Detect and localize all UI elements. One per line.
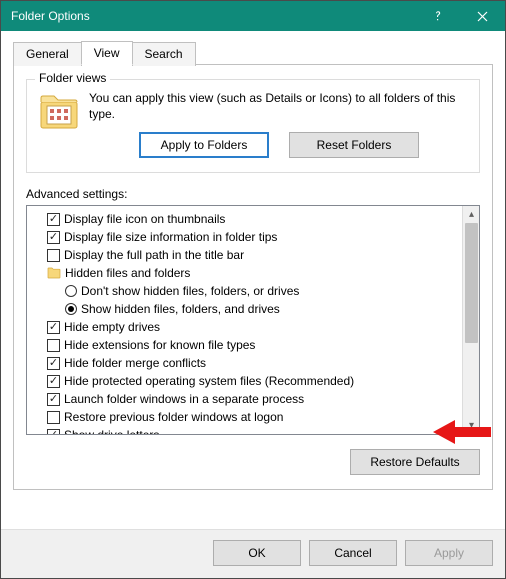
checkbox-icon[interactable]: ✓: [47, 213, 60, 226]
setting-show-drive-letters[interactable]: ✓ Show drive letters: [47, 426, 458, 434]
checkbox-icon[interactable]: ✓: [47, 429, 60, 435]
setting-label: Show drive letters: [64, 428, 159, 434]
checkbox-icon[interactable]: ✓: [47, 231, 60, 244]
tab-general[interactable]: General: [13, 42, 82, 66]
setting-dont-show-hidden[interactable]: Don't show hidden files, folders, or dri…: [47, 282, 458, 300]
setting-label: Hide protected operating system files (R…: [64, 374, 354, 388]
help-icon: [432, 10, 444, 22]
scroll-down-icon[interactable]: ▾: [463, 417, 480, 434]
setting-show-hidden[interactable]: Show hidden files, folders, and drives: [47, 300, 458, 318]
window-title: Folder Options: [11, 9, 415, 23]
folder-views-text: You can apply this view (such as Details…: [89, 90, 467, 122]
radio-icon[interactable]: [65, 303, 77, 315]
close-icon: [477, 11, 488, 22]
setting-full-path-titlebar[interactable]: Display the full path in the title bar: [47, 246, 458, 264]
reset-folders-button[interactable]: Reset Folders: [289, 132, 419, 158]
titlebar: Folder Options: [1, 1, 505, 31]
setting-label: Show hidden files, folders, and drives: [81, 302, 280, 316]
restore-defaults-button[interactable]: Restore Defaults: [350, 449, 480, 475]
setting-display-file-icon[interactable]: ✓ Display file icon on thumbnails: [47, 210, 458, 228]
checkbox-icon[interactable]: ✓: [47, 321, 60, 334]
folder-views-group: Folder views You can apply th: [26, 79, 480, 173]
apply-to-folders-button[interactable]: Apply to Folders: [139, 132, 269, 158]
checkbox-icon[interactable]: ✓: [47, 375, 60, 388]
setting-label: Don't show hidden files, folders, or dri…: [81, 284, 299, 298]
checkbox-icon[interactable]: [47, 411, 60, 424]
setting-label: Hide folder merge conflicts: [64, 356, 206, 370]
tab-panel-view: Folder views You can apply th: [13, 64, 493, 490]
setting-hide-merge-conflicts[interactable]: ✓ Hide folder merge conflicts: [47, 354, 458, 372]
scroll-up-icon[interactable]: ▴: [463, 206, 480, 223]
setting-label: Launch folder windows in a separate proc…: [64, 392, 304, 406]
setting-label: Restore previous folder windows at logon: [64, 410, 283, 424]
advanced-settings-label: Advanced settings:: [26, 187, 480, 201]
setting-label: Hidden files and folders: [65, 266, 190, 280]
setting-label: Display file size information in folder …: [64, 230, 277, 244]
setting-label: Display file icon on thumbnails: [64, 212, 225, 226]
setting-display-file-size[interactable]: ✓ Display file size information in folde…: [47, 228, 458, 246]
dialog-buttons: OK Cancel Apply: [1, 529, 505, 578]
tabstrip: General View Search: [13, 41, 493, 65]
setting-restore-previous-windows[interactable]: Restore previous folder windows at logon: [47, 408, 458, 426]
setting-hide-empty-drives[interactable]: ✓ Hide empty drives: [47, 318, 458, 336]
folder-views-icon: [39, 92, 79, 132]
folder-options-window: Folder Options General View Search Folde…: [0, 0, 506, 579]
setting-label: Hide extensions for known file types: [64, 338, 255, 352]
setting-hidden-files-group[interactable]: Hidden files and folders: [47, 264, 458, 282]
close-button[interactable]: [460, 1, 505, 31]
setting-hide-extensions[interactable]: Hide extensions for known file types: [47, 336, 458, 354]
scroll-thumb[interactable]: [465, 223, 478, 343]
ok-button[interactable]: OK: [213, 540, 301, 566]
scrollbar[interactable]: ▴ ▾: [462, 206, 479, 434]
advanced-settings-list[interactable]: ✓ Display file icon on thumbnails ✓ Disp…: [27, 206, 462, 434]
tab-view[interactable]: View: [81, 41, 133, 65]
setting-hide-protected-os-files[interactable]: ✓ Hide protected operating system files …: [47, 372, 458, 390]
setting-launch-separate-process[interactable]: ✓ Launch folder windows in a separate pr…: [47, 390, 458, 408]
checkbox-icon[interactable]: [47, 249, 60, 262]
tab-search[interactable]: Search: [132, 42, 196, 66]
checkbox-icon[interactable]: [47, 339, 60, 352]
folder-views-legend: Folder views: [35, 71, 110, 85]
radio-icon[interactable]: [65, 285, 77, 297]
dialog-body: General View Search Folder views: [1, 31, 505, 529]
folder-icon: [47, 267, 61, 279]
checkbox-icon[interactable]: ✓: [47, 393, 60, 406]
help-button[interactable]: [415, 1, 460, 31]
checkbox-icon[interactable]: ✓: [47, 357, 60, 370]
apply-button[interactable]: Apply: [405, 540, 493, 566]
advanced-settings-box: ✓ Display file icon on thumbnails ✓ Disp…: [26, 205, 480, 435]
setting-label: Display the full path in the title bar: [64, 248, 244, 262]
setting-label: Hide empty drives: [64, 320, 160, 334]
cancel-button[interactable]: Cancel: [309, 540, 397, 566]
